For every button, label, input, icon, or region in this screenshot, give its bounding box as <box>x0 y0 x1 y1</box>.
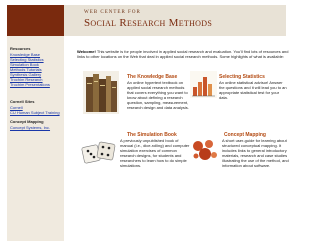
sidebar-link-concept-systems[interactable]: Concept Systems, Inc. <box>10 125 50 130</box>
sidebar-link-trochim-presentations[interactable]: Trochim Presentations <box>10 82 50 87</box>
sidebar-heading-resources: Resources <box>10 46 31 51</box>
statistics-graph-icon[interactable] <box>190 71 217 98</box>
knowledge-base-description: An online hypertext textbook on applied … <box>127 80 189 110</box>
sidebar-heading-concept-mapping: Concept Mapping <box>10 119 44 124</box>
simulation-book-description: A previously unpublished book of manual … <box>120 138 190 168</box>
welcome-text: Welcome! This website is for people invo… <box>77 49 290 59</box>
selecting-statistics-description: An online statistical advisor! Answer th… <box>219 80 287 100</box>
concept-map-icon[interactable] <box>190 136 220 164</box>
site-logo[interactable]: Social Research Methods <box>84 17 212 29</box>
concept-mapping-description: A short user-guide for learning about st… <box>222 138 289 168</box>
welcome-body: This website is for people involved in a… <box>77 49 289 59</box>
banner-left <box>7 5 64 36</box>
books-icon[interactable] <box>83 71 119 114</box>
sidebar-heading-cornell: Cornell Sites <box>10 99 35 104</box>
logo-subtitle: WEB CENTER FOR <box>84 10 141 15</box>
sidebar-link-cu-human-subject-training[interactable]: CU Human Subject Training <box>10 110 60 115</box>
dice-icon[interactable] <box>80 137 118 169</box>
